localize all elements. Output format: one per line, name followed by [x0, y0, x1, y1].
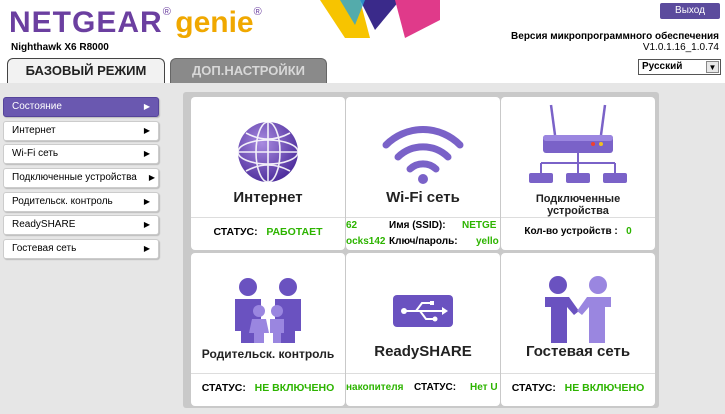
status-badge: РАБОТАЕТ [266, 226, 323, 238]
sidebar-item-readyshare[interactable]: ReadySHARE ▶ [3, 215, 159, 236]
wifi-ssid: NETGE [462, 220, 497, 231]
internet-status: СТАТУС: РАБОТАЕТ [213, 226, 323, 238]
status-badge: НЕ ВКЛЮЧЕНО [564, 382, 645, 394]
genie-text: genie [175, 6, 254, 39]
chevron-down-icon[interactable]: ▼ [706, 61, 719, 73]
tile-title: ReadySHARE [374, 343, 472, 360]
chevron-right-icon: ▶ [148, 173, 155, 183]
netgear-genie-logo: NETGEAR® genie® [9, 6, 262, 39]
tile-title: Подключенные устройства [535, 193, 621, 217]
router-model: Nighthawk X6 R8000 [11, 42, 109, 53]
wifi-key: yello [476, 236, 499, 247]
tile-parental-control[interactable]: Родительск. контроль СТАТУС: НЕ ВКЛЮЧЕНО [191, 253, 345, 406]
tab-basic-mode[interactable]: БАЗОВЫЙ РЕЖИМ [7, 58, 165, 84]
network-devices-icon [529, 104, 627, 183]
language-value: Русский [642, 61, 683, 72]
logout-button[interactable]: Выход [660, 3, 720, 19]
firmware-label: Версия микропрограммного обеспечения [511, 31, 719, 42]
sidebar-item-internet[interactable]: Интернет ▶ [3, 120, 159, 141]
chevron-right-icon: ▶ [143, 102, 150, 111]
tile-title: Гостевая сеть [525, 343, 631, 360]
tab-advanced[interactable]: ДОП.НАСТРОЙКИ [170, 58, 327, 83]
firmware-version: V1.0.1.16_1.0.74 [642, 42, 719, 53]
family-icon [235, 278, 301, 343]
chevron-right-icon: ▶ [143, 125, 150, 135]
usb-icon [393, 295, 453, 327]
brand-text: NETGEAR [9, 6, 163, 39]
status-badge: НЕ ВКЛЮЧЕНО [254, 382, 335, 394]
sidebar-item-parental-control[interactable]: Родительск. контроль ▶ [3, 191, 159, 212]
sidebar-item-status[interactable]: Состояние ▶ [3, 97, 159, 117]
tile-wifi[interactable]: Wi-Fi сеть 62 Имя (SSID): NETGE ocks142 … [346, 97, 500, 250]
guest-status: СТАТУС: НЕ ВКЛЮЧЕНО [511, 382, 645, 394]
header-decoration [320, 0, 440, 38]
sidebar-item-wifi[interactable]: Wi-Fi сеть ▶ [3, 144, 159, 165]
tile-internet[interactable]: Интернет СТАТУС: РАБОТАЕТ [191, 97, 345, 250]
handshake-people-icon [545, 276, 611, 343]
tile-title: Интернет [233, 189, 303, 206]
chevron-right-icon: ▶ [143, 196, 150, 206]
tile-attached-devices[interactable]: Подключенные устройства Кол-во устройств… [501, 97, 655, 250]
wifi-info: 62 Имя (SSID): NETGE ocks142 Ключ/пароль… [346, 220, 499, 247]
tile-title: Wi-Fi сеть [386, 189, 460, 206]
tile-readyshare[interactable]: ReadySHARE накопителя СТАТУС: Нет U [346, 253, 500, 406]
sidebar: Состояние ▶ Интернет ▶ Wi-Fi сеть ▶ Подключ… [3, 97, 159, 263]
chevron-right-icon: ▶ [143, 220, 150, 230]
wifi-icon [382, 126, 464, 184]
chevron-right-icon: ▶ [143, 244, 150, 254]
tile-guest-network[interactable]: Гостевая сеть СТАТУС: НЕ ВКЛЮЧЕНО [501, 253, 655, 406]
chevron-right-icon: ▶ [143, 149, 150, 159]
sidebar-item-guest-network[interactable]: Гостевая сеть ▶ [3, 239, 159, 260]
parental-status: СТАТУС: НЕ ВКЛЮЧЕНО [201, 382, 335, 394]
devices-count: Кол-во устройств : 0 [524, 226, 632, 237]
language-select[interactable]: Русский ▼ [638, 59, 721, 75]
sidebar-item-attached-devices[interactable]: Подключенные устройства ▶ [3, 168, 159, 189]
globe-icon [237, 121, 299, 183]
tile-title: Родительск. контроль [201, 347, 335, 361]
